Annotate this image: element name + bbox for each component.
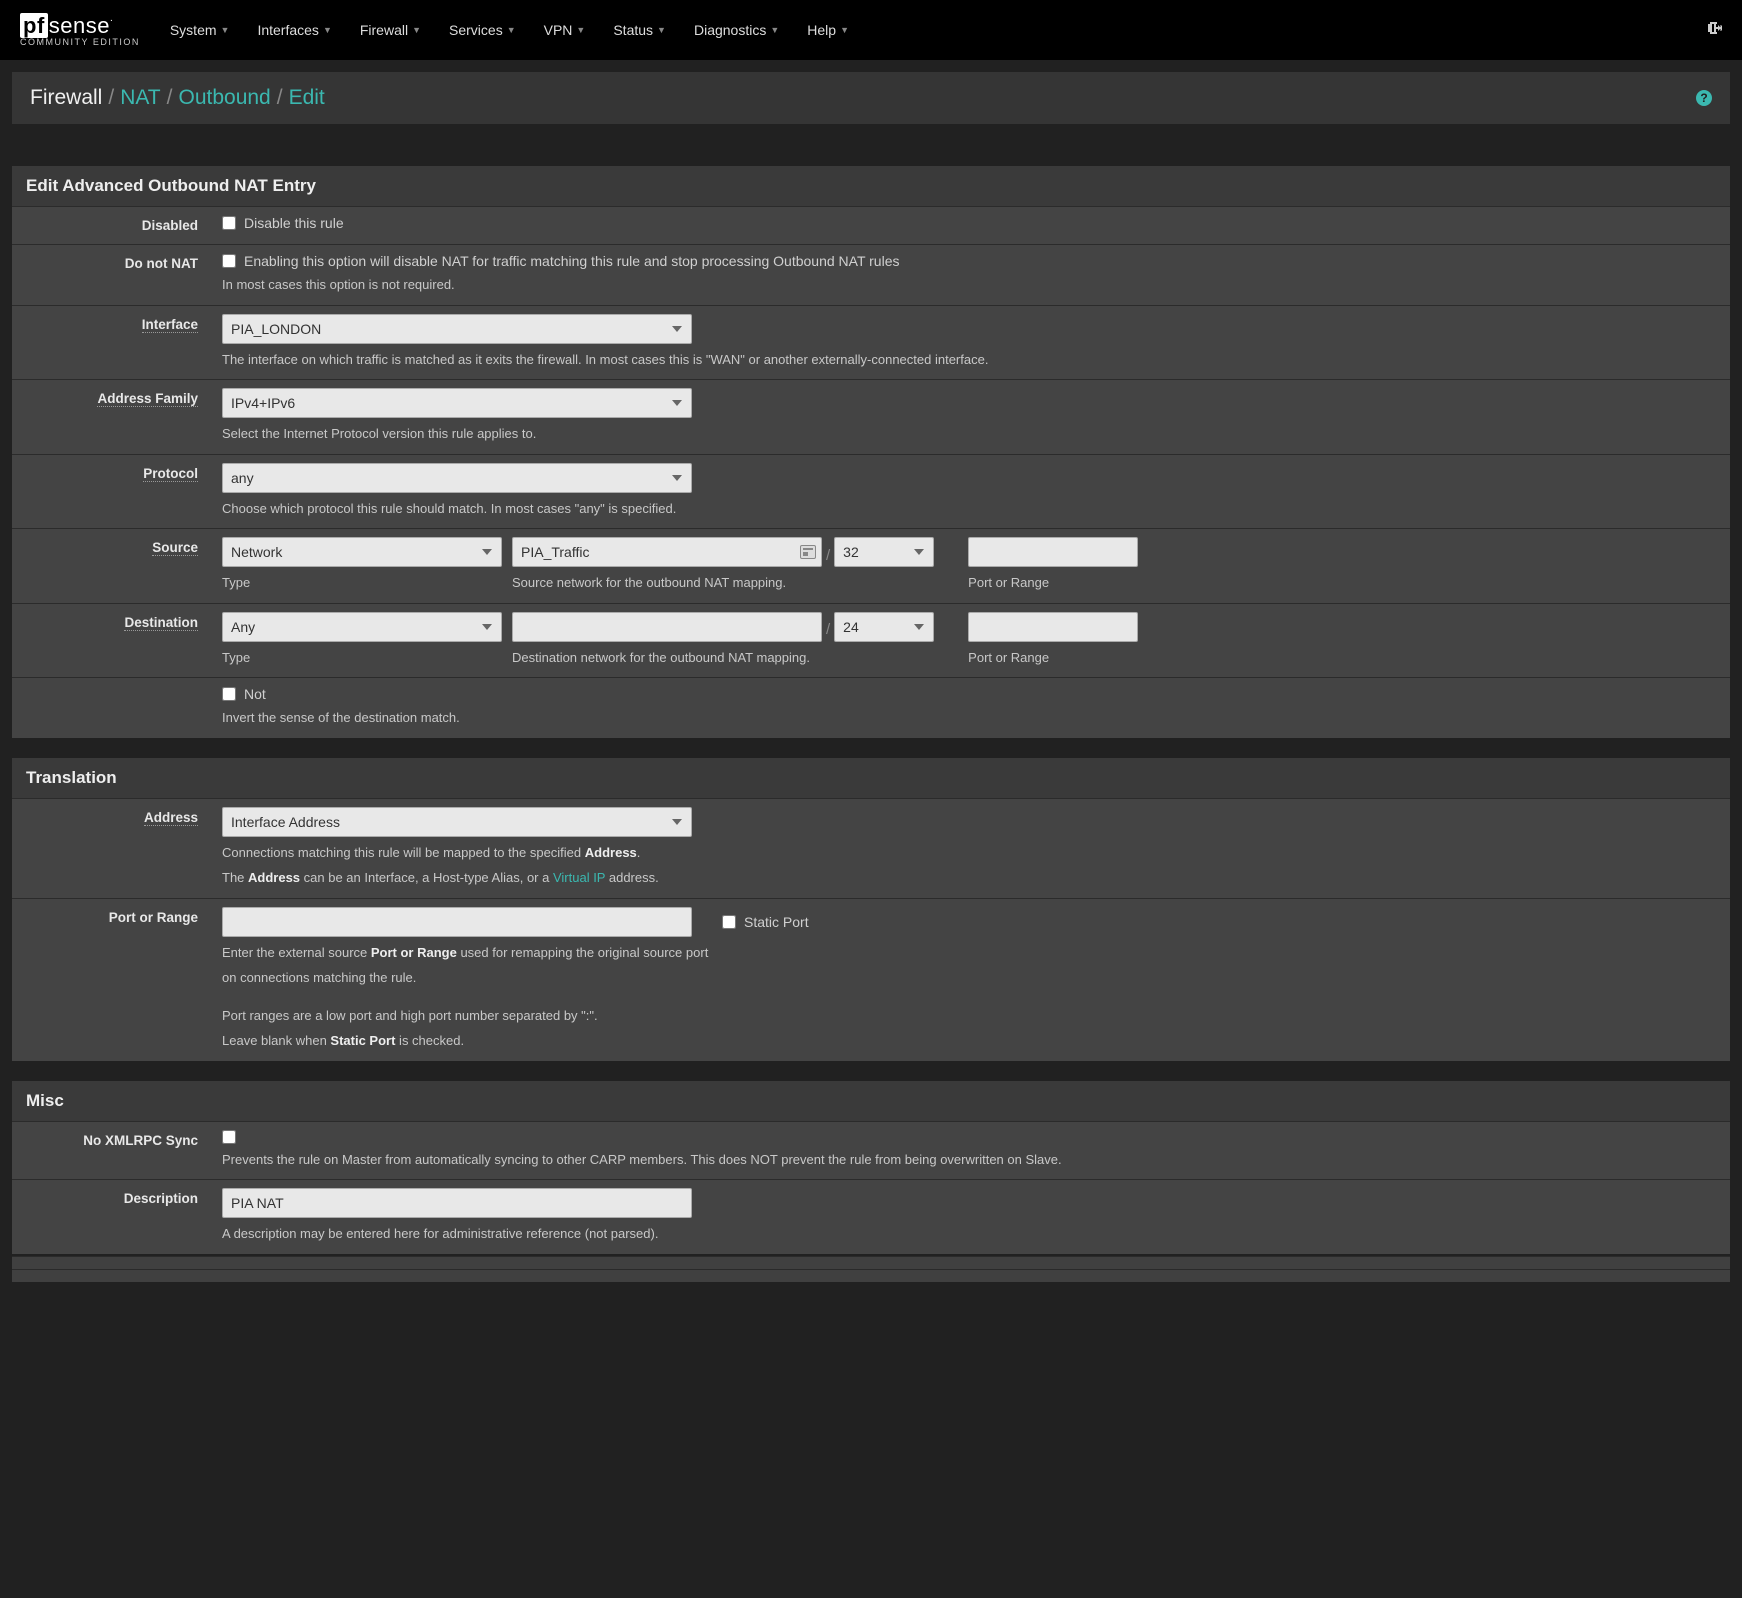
crumb-edit[interactable]: Edit	[289, 86, 325, 110]
source-network-input[interactable]	[512, 537, 822, 567]
crumb-nat[interactable]: NAT	[120, 86, 160, 110]
not-help: Invert the sense of the destination matc…	[222, 708, 1720, 728]
staticport-checkbox[interactable]	[722, 915, 736, 929]
caret-icon: ▼	[770, 25, 779, 35]
addrfam-select[interactable]: IPv4+IPv6	[222, 388, 692, 418]
caret-icon: ▼	[576, 25, 585, 35]
staticport-label: Static Port	[744, 914, 809, 930]
virtual-ip-link[interactable]: Virtual IP	[553, 870, 605, 885]
help-icon[interactable]: ?	[1696, 90, 1712, 106]
nav-interfaces[interactable]: Interfaces▼	[257, 22, 331, 38]
nav-help[interactable]: Help▼	[807, 22, 849, 38]
trans-help1: Connections matching this rule will be m…	[222, 843, 1720, 863]
label-portrange: Port or Range	[12, 899, 212, 1061]
caret-icon: ▼	[657, 25, 666, 35]
addrfam-help: Select the Internet Protocol version thi…	[222, 424, 1720, 444]
label-noxml: No XMLRPC Sync	[12, 1122, 212, 1180]
logo-sense: sense	[49, 13, 110, 38]
caret-icon: ▼	[507, 25, 516, 35]
panel-misc: Misc No XMLRPC Sync Prevents the rule on…	[12, 1081, 1730, 1254]
nav-vpn[interactable]: VPN▼	[544, 22, 586, 38]
dest-network-input[interactable]	[512, 612, 822, 642]
source-type-select[interactable]: Network	[222, 537, 502, 567]
label-interface: Interface	[12, 306, 212, 380]
caret-icon: ▼	[412, 25, 421, 35]
panel-translation: Translation Address Interface Address Co…	[12, 758, 1730, 1061]
nav-diagnostics[interactable]: Diagnostics▼	[694, 22, 779, 38]
interface-select[interactable]: PIA_LONDON	[222, 314, 692, 344]
source-mask-select[interactable]: 32	[834, 537, 934, 567]
dest-port-input[interactable]	[968, 612, 1138, 642]
label-destination: Destination	[12, 604, 212, 678]
protocol-select[interactable]: any	[222, 463, 692, 493]
breadcrumb: Firewall / NAT / Outbound / Edit ?	[12, 72, 1730, 124]
alias-icon	[800, 545, 816, 559]
label-source: Source	[12, 529, 212, 603]
label-description: Description	[12, 1180, 212, 1254]
logo-subtitle: COMMUNITY EDITION	[20, 37, 140, 47]
caret-icon: ▼	[323, 25, 332, 35]
disabled-checkbox[interactable]	[222, 216, 236, 230]
nav-services[interactable]: Services▼	[449, 22, 516, 38]
source-port-input[interactable]	[968, 537, 1138, 567]
crumb-firewall[interactable]: Firewall	[30, 86, 102, 110]
disabled-text: Disable this rule	[244, 215, 344, 231]
nav-system[interactable]: System▼	[170, 22, 230, 38]
noxml-help: Prevents the rule on Master from automat…	[222, 1150, 1720, 1170]
panel-edit: Edit Advanced Outbound NAT Entry Disable…	[12, 166, 1730, 738]
interface-help: The interface on which traffic is matche…	[222, 350, 1720, 370]
port-input[interactable]	[222, 907, 692, 937]
label-protocol: Protocol	[12, 455, 212, 529]
footer-bars	[12, 1256, 1730, 1282]
logout-icon[interactable]	[1706, 20, 1722, 41]
label-disabled: Disabled	[12, 207, 212, 244]
label-donotnat: Do not NAT	[12, 245, 212, 305]
panel-title: Edit Advanced Outbound NAT Entry	[12, 166, 1730, 206]
trans-help2: The Address can be an Interface, a Host-…	[222, 868, 1720, 888]
not-label: Not	[244, 686, 266, 702]
dest-type-select[interactable]: Any	[222, 612, 502, 642]
caret-icon: ▼	[840, 25, 849, 35]
donotnat-text: Enabling this option will disable NAT fo…	[244, 253, 900, 269]
donotnat-checkbox[interactable]	[222, 254, 236, 268]
dest-mask-select[interactable]: 24	[834, 612, 934, 642]
translation-address-select[interactable]: Interface Address	[222, 807, 692, 837]
nav-items: System▼ Interfaces▼ Firewall▼ Services▼ …	[170, 22, 1706, 38]
protocol-help: Choose which protocol this rule should m…	[222, 499, 1720, 519]
caret-icon: ▼	[221, 25, 230, 35]
logo-pf: pf	[20, 13, 48, 38]
noxml-checkbox[interactable]	[222, 1130, 236, 1144]
panel-title: Translation	[12, 758, 1730, 798]
navbar: pfsense. COMMUNITY EDITION System▼ Inter…	[0, 0, 1742, 60]
label-addrfam: Address Family	[12, 380, 212, 454]
nav-firewall[interactable]: Firewall▼	[360, 22, 421, 38]
not-checkbox[interactable]	[222, 687, 236, 701]
description-input[interactable]	[222, 1188, 692, 1218]
crumb-outbound[interactable]: Outbound	[178, 86, 270, 110]
desc-help: A description may be entered here for ad…	[222, 1224, 1720, 1244]
panel-title: Misc	[12, 1081, 1730, 1121]
logo[interactable]: pfsense. COMMUNITY EDITION	[20, 13, 140, 47]
donotnat-help: In most cases this option is not require…	[222, 275, 1720, 295]
label-address: Address	[12, 799, 212, 898]
nav-status[interactable]: Status▼	[613, 22, 666, 38]
